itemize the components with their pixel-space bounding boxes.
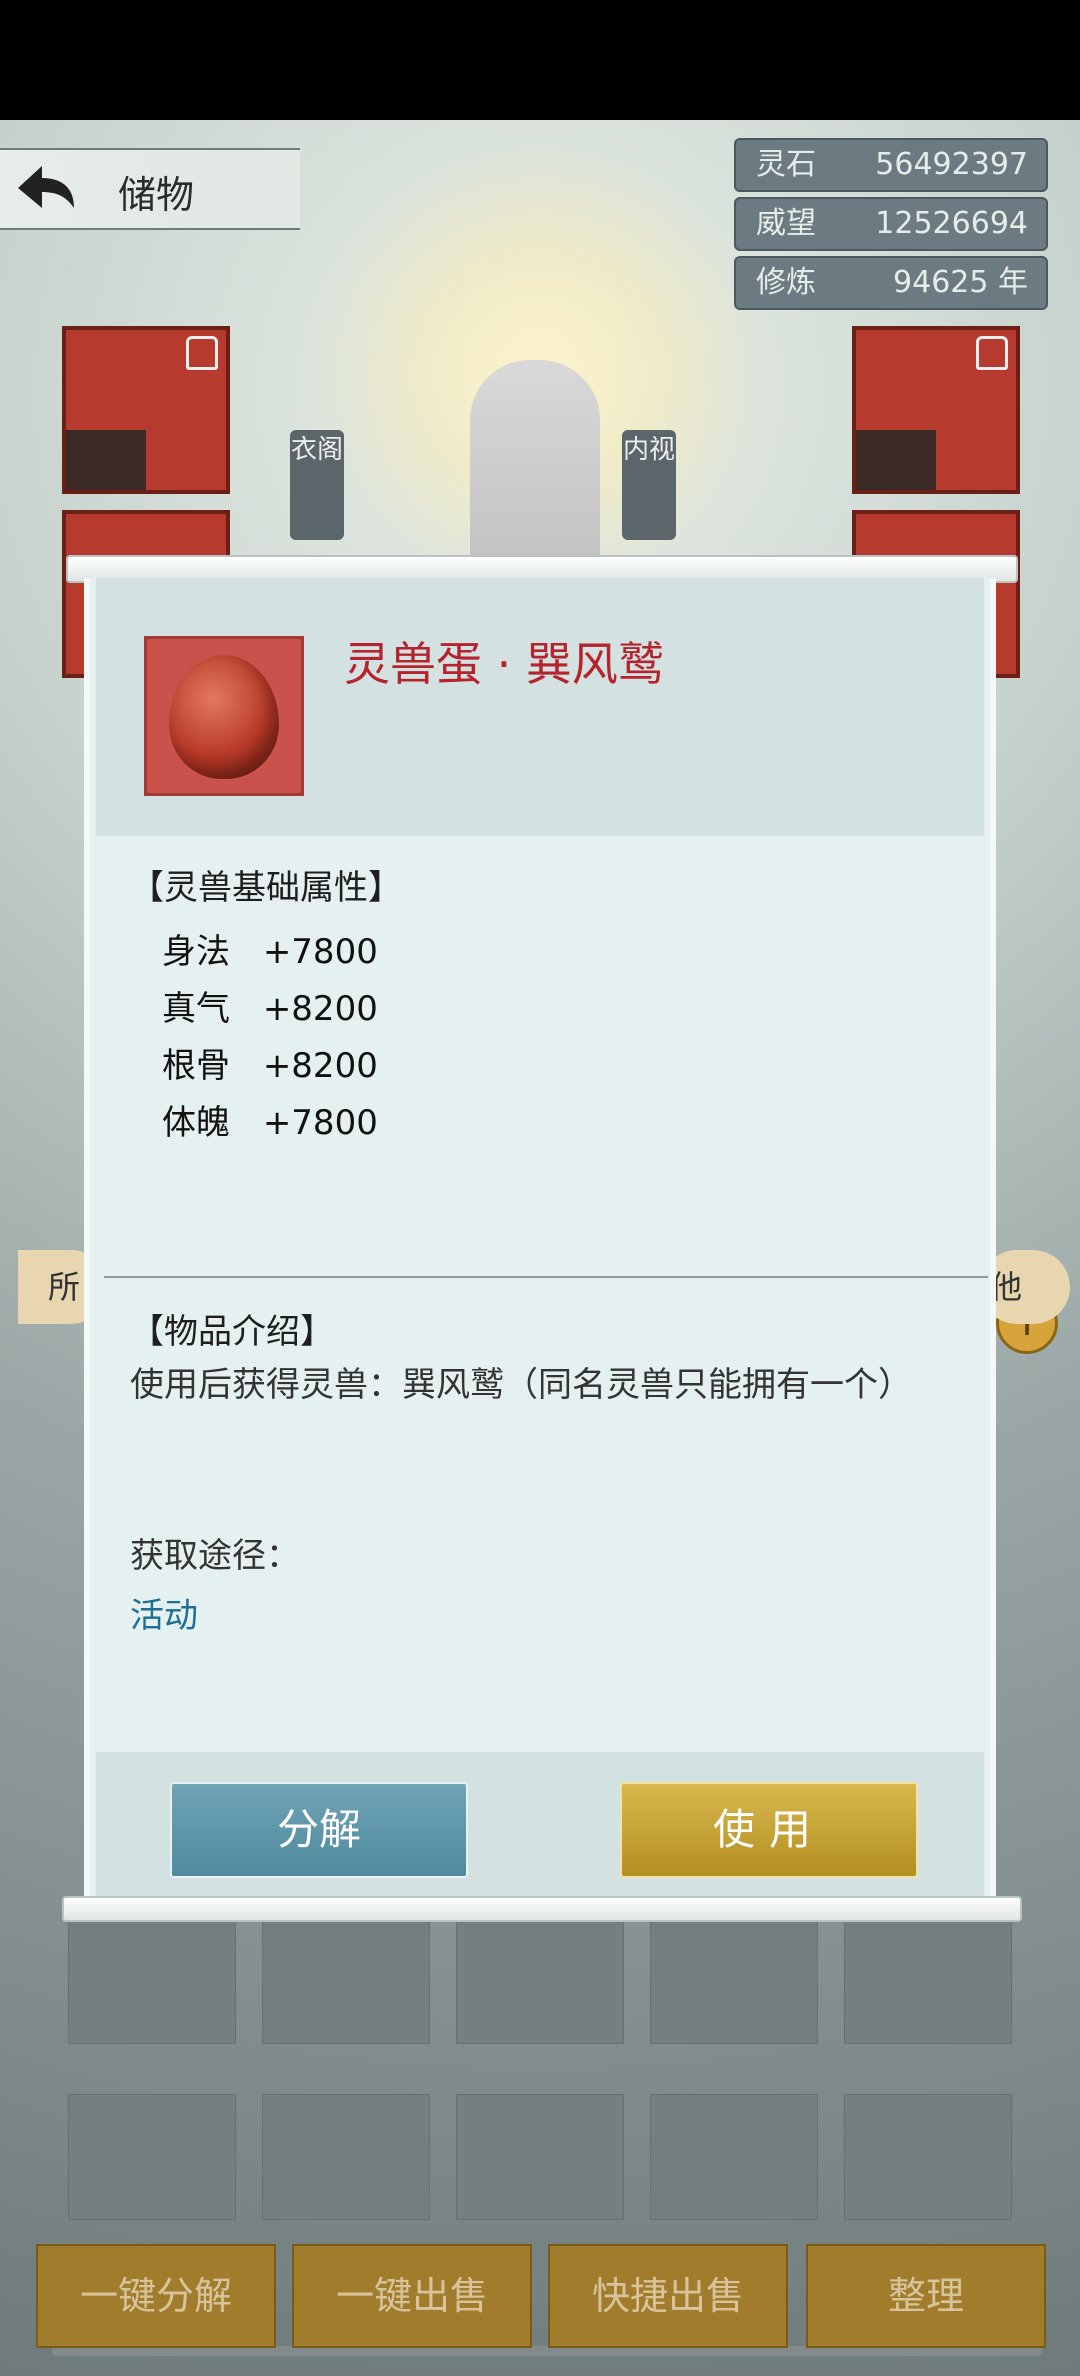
item-name: 灵兽蛋 · 巽风鹫 [344, 637, 664, 691]
attributes-title: 【灵兽基础属性】 [130, 868, 402, 908]
attribute-value: +8200 [262, 1046, 378, 1086]
attribute-value: +8200 [262, 989, 378, 1029]
use-button[interactable]: 使用 [620, 1782, 918, 1878]
item-detail-modal: 灵兽蛋 · 巽风鹫 【灵兽基础属性】 身法 +7800 真气 +8200 根骨 … [84, 578, 996, 1898]
intro-title: 【物品介绍】 [130, 1312, 334, 1352]
attribute-name: 体魄 [162, 1103, 230, 1143]
attribute-row: 身法 +7800 [162, 924, 378, 973]
item-description: 使用后获得灵兽：巽风鹫（同名灵兽只能拥有一个） [130, 1365, 912, 1405]
decompose-button[interactable]: 分解 [170, 1782, 468, 1878]
source-link[interactable]: 活动 [130, 1588, 198, 1637]
scroll-rod-bottom [62, 1896, 1022, 1922]
attribute-value: +7800 [262, 932, 378, 972]
modal-header: 灵兽蛋 · 巽风鹫 [96, 578, 984, 836]
section-divider [104, 1276, 988, 1278]
attribute-row: 体魄 +7800 [162, 1095, 378, 1144]
source-label: 获取途径： [130, 1536, 300, 1576]
attribute-row: 根骨 +8200 [162, 1038, 378, 1087]
attribute-value: +7800 [262, 1103, 378, 1143]
egg-icon [169, 655, 279, 779]
attribute-name: 根骨 [162, 1046, 230, 1086]
attribute-name: 真气 [162, 989, 230, 1029]
attribute-row: 真气 +8200 [162, 981, 378, 1030]
item-icon [144, 636, 304, 796]
attribute-name: 身法 [162, 932, 230, 972]
